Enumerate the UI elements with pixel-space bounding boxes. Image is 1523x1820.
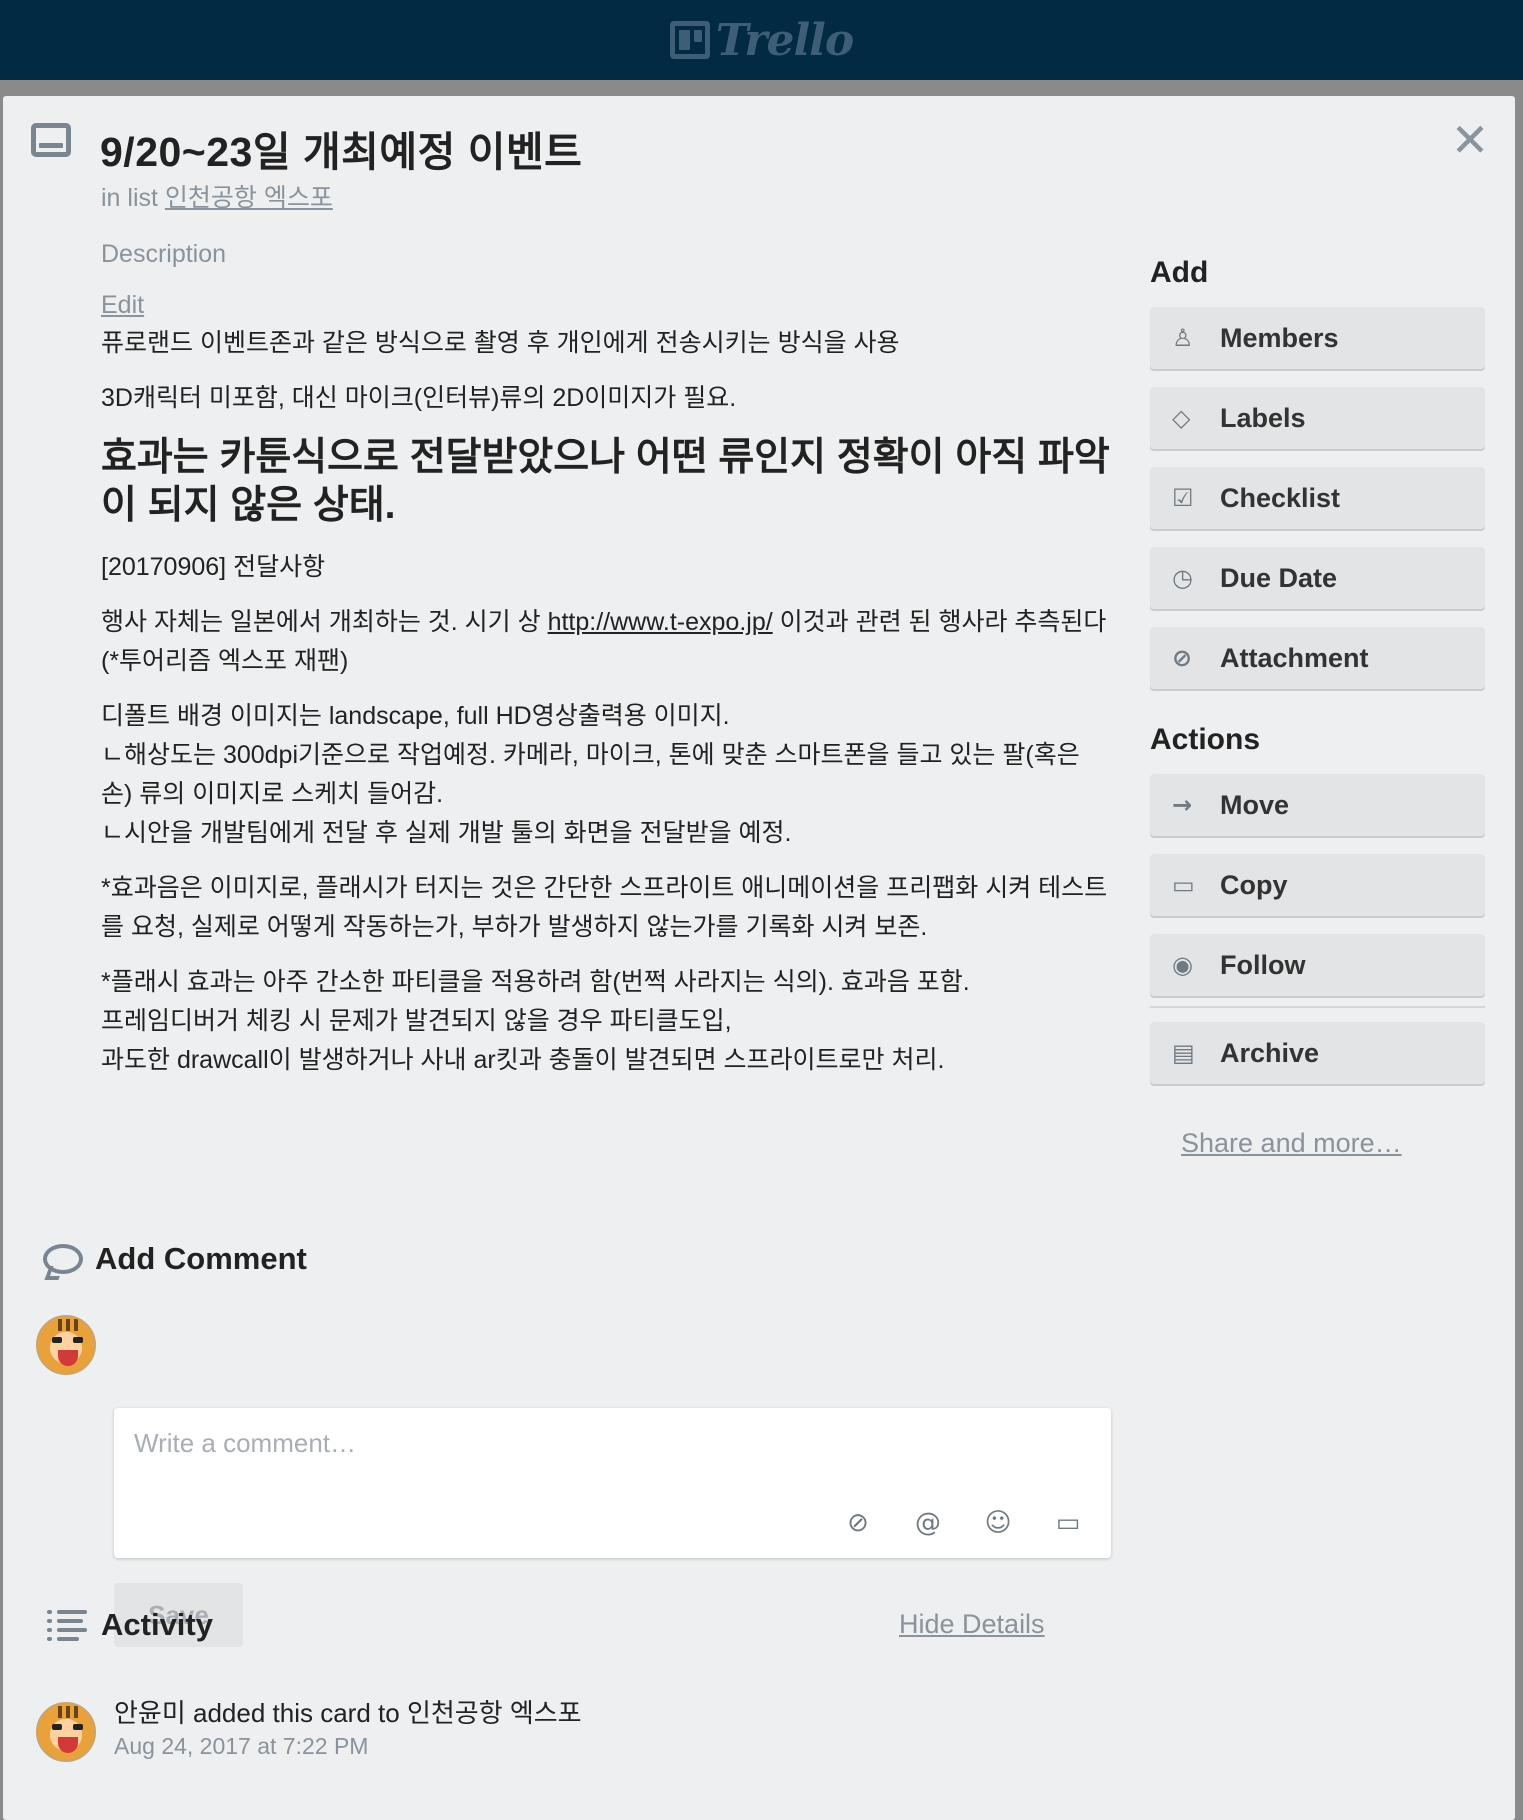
in-list-line: in list 인천공항 엑스포 — [101, 178, 333, 214]
description-body: 퓨로랜드 이벤트존과 같은 방식으로 촬영 후 개인에게 전송시키는 방식을 사… — [101, 324, 1116, 1096]
comment-box: ⊘ @ ☺ ▭ — [114, 1408, 1111, 1558]
clock-icon: ◷ — [1172, 564, 1193, 592]
share-and-more-link[interactable]: Share and more… — [1181, 1128, 1485, 1159]
sidebar-divider — [1150, 1006, 1485, 1008]
checklist-button[interactable]: ☑ Checklist — [1150, 467, 1485, 529]
description-label: Description — [101, 240, 227, 268]
hide-details-link[interactable]: Hide Details — [899, 1609, 1045, 1640]
mention-icon[interactable]: @ — [911, 1508, 945, 1538]
card-detail-modal: 9/20~23일 개최예정 이벤트 ✕ in list 인천공항 엑스포 Des… — [3, 96, 1515, 1820]
activity-list-icon — [47, 1608, 87, 1642]
add-comment-title: Add Comment — [95, 1241, 307, 1276]
logo-text: Trello — [715, 14, 854, 66]
description-paragraph: 3D캐릭터 미포함, 대신 마이크(인터뷰)류의 2D이미지가 필요. — [101, 384, 737, 412]
top-bar: Trello — [0, 0, 1523, 80]
trello-logo[interactable]: Trello — [669, 14, 854, 66]
card-sidebar: Add ♙ Members ◇ Labels ☑ Checklist ◷ Due… — [1150, 256, 1485, 1159]
description-heading: 효과는 카툰식으로 전달받았으나 어떤 류인지 정확이 아직 파악이 되지 않은… — [101, 436, 1110, 527]
add-comment-header: Add Comment — [43, 1241, 307, 1277]
attachment-button[interactable]: ⊘ Attachment — [1150, 627, 1485, 689]
comment-bubble-icon — [43, 1244, 83, 1274]
avatar[interactable] — [36, 1315, 96, 1375]
archive-button[interactable]: ▤ Archive — [1150, 1022, 1485, 1084]
comment-input[interactable] — [134, 1428, 1034, 1488]
card-title[interactable]: 9/20~23일 개최예정 이벤트 — [100, 118, 582, 178]
activity-user[interactable]: 안윤미 — [114, 1698, 186, 1728]
follow-button[interactable]: ◉ Follow — [1150, 934, 1485, 996]
expo-link[interactable]: http://www.t-expo.jp/ — [548, 608, 773, 636]
paperclip-icon[interactable]: ⊘ — [841, 1508, 875, 1538]
card-icon — [31, 123, 71, 157]
description-paragraph: [20170906] 전달사항 — [101, 553, 326, 581]
tag-icon: ◇ — [1172, 404, 1191, 432]
activity-list[interactable]: 인천공항 엑스포 — [407, 1698, 582, 1728]
comment-toolbar: ⊘ @ ☺ ▭ — [841, 1508, 1085, 1538]
copy-button[interactable]: ▭ Copy — [1150, 854, 1485, 916]
list-name-link[interactable]: 인천공항 엑스포 — [165, 184, 333, 212]
paperclip-icon: ⊘ — [1172, 644, 1193, 672]
eye-icon: ◉ — [1172, 951, 1193, 979]
description-paragraph: *플래시 효과는 아주 간소한 파티클을 적용하려 함(번쩍 사라지는 식의).… — [101, 968, 970, 1074]
actions-heading: Actions — [1150, 723, 1261, 756]
activity-entry: 안윤미 added this card to 인천공항 엑스포 — [114, 1693, 582, 1730]
in-list-prefix: in list — [101, 184, 158, 212]
activity-header: Activity — [47, 1607, 213, 1643]
activity-title: Activity — [101, 1607, 213, 1642]
add-heading: Add — [1150, 256, 1209, 289]
activity-timestamp[interactable]: Aug 24, 2017 at 7:22 PM — [114, 1733, 368, 1760]
trello-logo-icon — [669, 21, 710, 59]
description-paragraph: *효과음은 이미지로, 플래시가 터지는 것은 간단한 스프라이트 애니메이션을… — [101, 874, 1108, 941]
checkbox-icon: ☑ — [1172, 484, 1194, 512]
card-icon: ▭ — [1172, 871, 1195, 899]
description-paragraph: 퓨로랜드 이벤트존과 같은 방식으로 촬영 후 개인에게 전송시키는 방식을 사… — [101, 329, 900, 357]
card-icon[interactable]: ▭ — [1051, 1508, 1085, 1538]
close-icon[interactable]: ✕ — [1448, 117, 1492, 163]
edit-description-link[interactable]: Edit — [101, 291, 144, 320]
description-paragraph: 행사 자체는 일본에서 개최하는 것. 시기 상 http://www.t-ex… — [101, 608, 1107, 675]
avatar[interactable] — [36, 1702, 96, 1762]
emoji-icon[interactable]: ☺ — [981, 1508, 1015, 1538]
archive-icon: ▤ — [1172, 1039, 1195, 1067]
members-button[interactable]: ♙ Members — [1150, 307, 1485, 369]
person-icon: ♙ — [1172, 324, 1194, 352]
description-paragraph: 디폴트 배경 이미지는 landscape, full HD영상출력용 이미지.… — [101, 702, 1080, 847]
activity-action: added this card to — [193, 1698, 400, 1728]
move-button[interactable]: → Move — [1150, 774, 1485, 836]
arrow-right-icon: → — [1172, 791, 1193, 819]
labels-button[interactable]: ◇ Labels — [1150, 387, 1485, 449]
due-date-button[interactable]: ◷ Due Date — [1150, 547, 1485, 609]
